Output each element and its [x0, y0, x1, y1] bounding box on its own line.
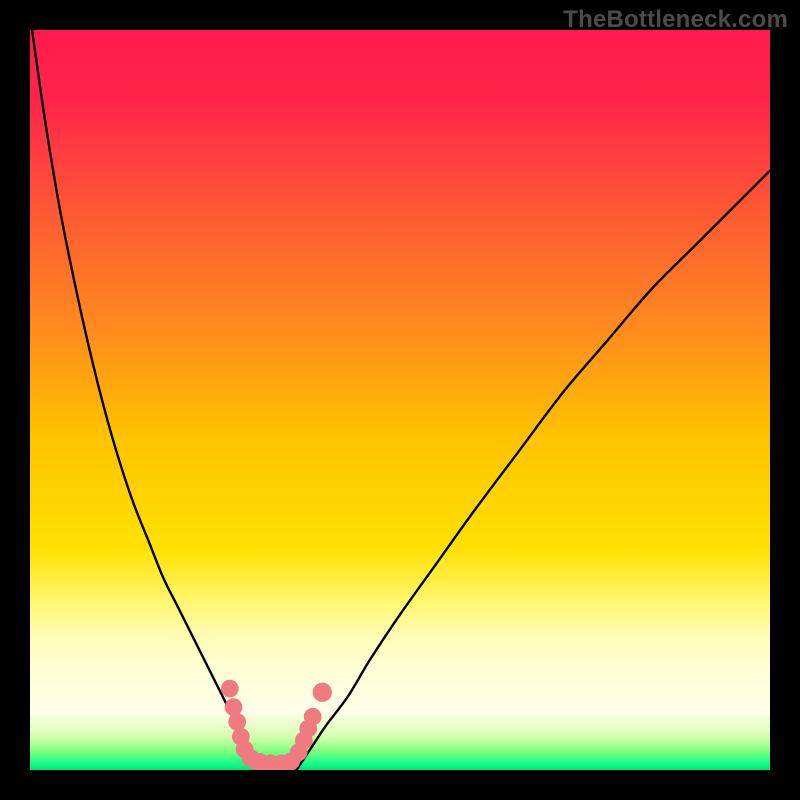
gradient-background	[30, 30, 770, 770]
marker-dot	[313, 683, 332, 702]
chart-svg	[30, 30, 770, 770]
marker-dot	[228, 713, 246, 731]
watermark-label: TheBottleneck.com	[563, 6, 788, 34]
marker-dot	[225, 698, 243, 716]
marker-dot	[304, 708, 322, 726]
plot-area	[30, 30, 770, 770]
chart-frame: TheBottleneck.com	[0, 0, 800, 800]
marker-dot	[221, 680, 239, 698]
